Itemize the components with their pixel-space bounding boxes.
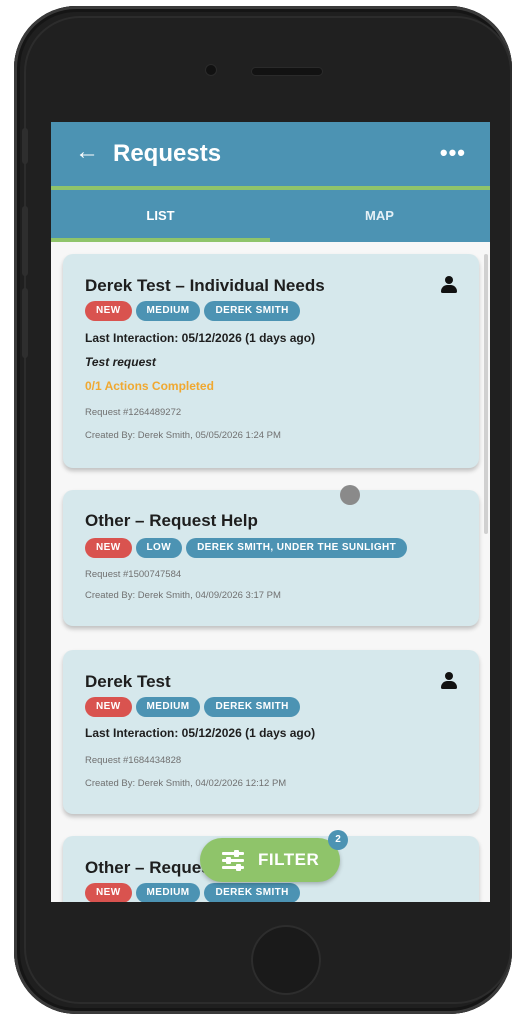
priority-badge: MEDIUM — [135, 883, 201, 902]
badge-row: NEW LOW DEREK SMITH, UNDER THE SUNLIGHT — [85, 537, 411, 558]
priority-badge: MEDIUM — [135, 697, 201, 717]
mute-switch — [22, 128, 28, 164]
filter-count-badge: 2 — [328, 830, 348, 850]
scrollbar[interactable] — [484, 254, 488, 534]
app-screen: ← Requests ••• LIST MAP Derek Test – Ind… — [51, 122, 490, 902]
arrow-left-icon[interactable]: ← — [75, 140, 99, 164]
badge-row: NEW MEDIUM DEREK SMITH — [85, 300, 304, 321]
status-badge: NEW — [85, 301, 132, 321]
home-button[interactable] — [251, 925, 321, 995]
last-interaction: Last Interaction: 05/12/2026 (1 days ago… — [85, 331, 316, 345]
request-title: Derek Test – Individual Needs — [85, 276, 325, 295]
filter-button[interactable]: FILTER 2 — [200, 830, 348, 882]
tab-map[interactable]: MAP — [270, 190, 489, 242]
assignee-badge: DEREK SMITH — [204, 301, 300, 321]
request-number: Request #1264489272 — [85, 407, 182, 418]
assignee-badge: DEREK SMITH — [204, 697, 300, 717]
request-number: Request #1500747584 — [85, 569, 182, 580]
filter-label: FILTER — [258, 850, 320, 869]
request-card[interactable]: Derek Test – Individual Needs NEW MEDIUM D… — [63, 254, 479, 468]
actions-progress: 0/1 Actions Completed — [85, 379, 214, 393]
touch-indicator — [340, 485, 360, 505]
request-list[interactable]: Derek Test – Individual Needs NEW MEDIUM D… — [51, 242, 490, 902]
person-icon — [441, 672, 457, 690]
status-badge: NEW — [85, 697, 132, 717]
sliders-icon — [222, 850, 244, 871]
request-card[interactable]: Other – Request Help NEW LOW DEREK SMITH, … — [63, 490, 479, 626]
assignee-badge: DEREK SMITH, UNDER THE SUNLIGHT — [186, 538, 408, 558]
request-number: Request #1684434828 — [85, 755, 182, 766]
page-title: Requests — [113, 140, 222, 167]
tab-list[interactable]: LIST — [51, 190, 270, 242]
status-badge: NEW — [85, 538, 132, 558]
volume-down-button — [22, 288, 28, 358]
more-horizontal-icon[interactable]: ••• — [440, 140, 466, 166]
request-card[interactable]: Derek Test NEW MEDIUM DEREK SMITH Last Int… — [63, 650, 479, 814]
volume-up-button — [22, 206, 28, 276]
priority-badge: MEDIUM — [135, 301, 201, 321]
front-camera — [206, 65, 216, 75]
request-title: Derek Test — [85, 672, 171, 691]
badge-row: NEW MEDIUM DEREK SMITH — [85, 696, 304, 717]
created-by: Created By: Derek Smith, 04/09/2026 3:17… — [85, 590, 281, 601]
priority-badge: LOW — [135, 538, 183, 558]
badge-row: NEW MEDIUM DEREK SMITH — [85, 882, 304, 902]
created-by: Created By: Derek Smith, 04/02/2026 12:1… — [85, 778, 287, 789]
app-bar: ← Requests ••• — [51, 122, 490, 190]
assignee-badge: DEREK SMITH — [204, 883, 300, 902]
request-title: Other – Reques — [85, 858, 211, 877]
created-by: Created By: Derek Smith, 05/05/2026 1:24… — [85, 430, 281, 441]
tab-bar: LIST MAP — [51, 190, 490, 242]
request-description: Test request — [85, 355, 156, 369]
status-badge: NEW — [85, 883, 132, 902]
earpiece-speaker — [252, 68, 322, 75]
person-icon — [441, 276, 457, 294]
last-interaction: Last Interaction: 05/12/2026 (1 days ago… — [85, 726, 316, 740]
request-title: Other – Request Help — [85, 511, 258, 530]
